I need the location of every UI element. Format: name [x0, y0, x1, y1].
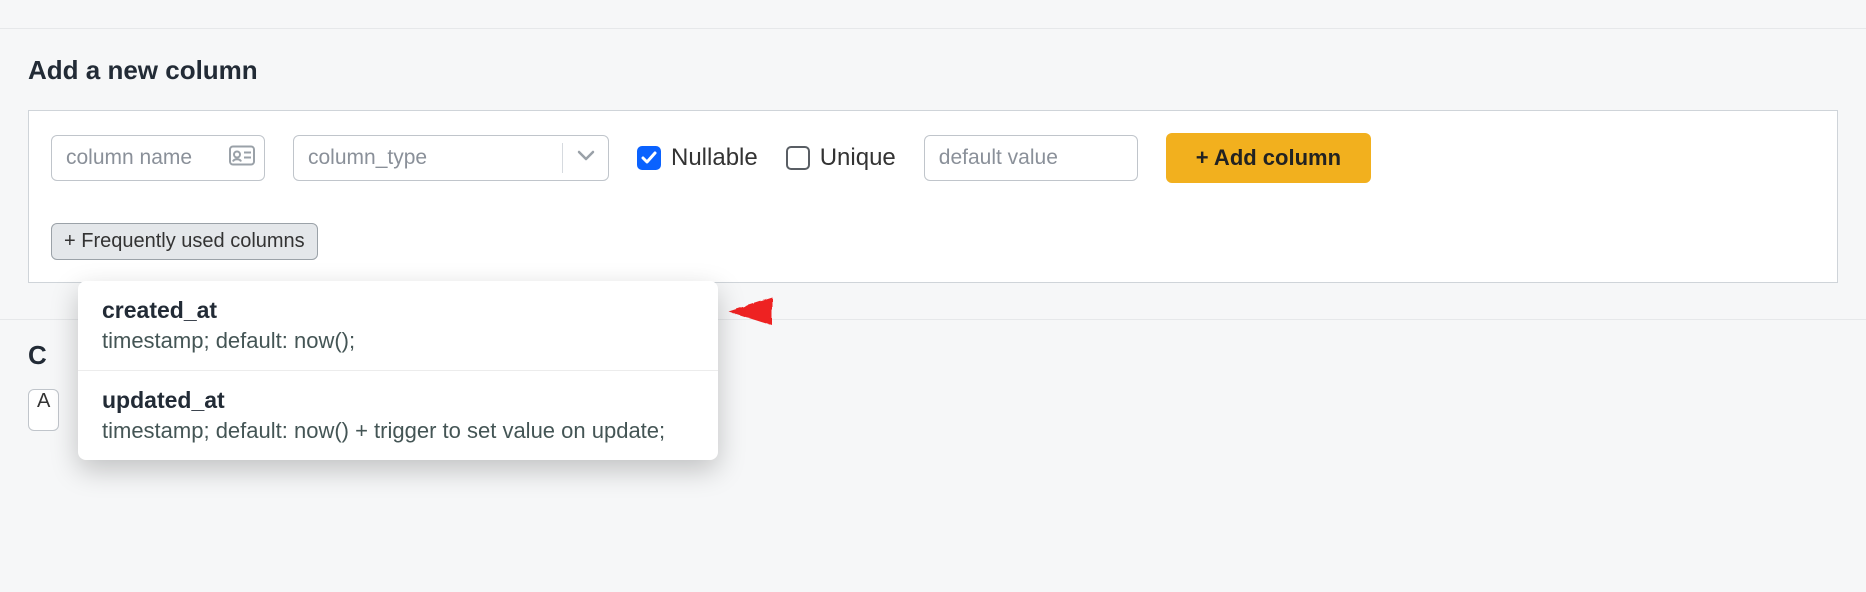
check-icon	[641, 151, 657, 165]
default-value-input[interactable]	[924, 135, 1138, 181]
unique-label: Unique	[820, 144, 896, 172]
dropdown-item-name: updated_at	[102, 387, 694, 414]
chevron-down-icon[interactable]	[577, 149, 595, 167]
unique-option[interactable]: Unique	[786, 144, 896, 172]
id-card-icon	[229, 146, 255, 171]
column-name-wrap	[51, 135, 265, 181]
dropdown-item-desc: timestamp; default: now() + trigger to s…	[102, 418, 694, 444]
nullable-option[interactable]: Nullable	[637, 144, 758, 172]
add-column-row: Nullable Unique + Add column	[51, 133, 1815, 183]
dropdown-item-name: created_at	[102, 297, 694, 324]
frequently-used-columns-button[interactable]: + Frequently used columns	[51, 223, 318, 260]
dropdown-item-created-at[interactable]: created_at timestamp; default: now();	[78, 281, 718, 370]
nullable-label: Nullable	[671, 144, 758, 172]
peek-field[interactable]: A	[28, 389, 59, 431]
frequently-used-dropdown: created_at timestamp; default: now(); up…	[78, 281, 718, 460]
section-divider-top	[0, 28, 1866, 29]
unique-checkbox[interactable]	[786, 146, 810, 170]
dropdown-item-updated-at[interactable]: updated_at timestamp; default: now() + t…	[78, 370, 718, 460]
dropdown-item-desc: timestamp; default: now();	[102, 328, 694, 354]
add-column-button[interactable]: + Add column	[1166, 133, 1371, 183]
column-type-select-wrap	[293, 135, 609, 181]
annotation-arrow-icon	[728, 291, 948, 331]
nullable-checkbox[interactable]	[637, 146, 661, 170]
select-divider	[562, 143, 563, 173]
section-title: Add a new column	[28, 55, 1838, 86]
add-column-panel: Nullable Unique + Add column + Frequentl…	[28, 110, 1838, 283]
frequently-used-row: + Frequently used columns	[51, 223, 1815, 260]
